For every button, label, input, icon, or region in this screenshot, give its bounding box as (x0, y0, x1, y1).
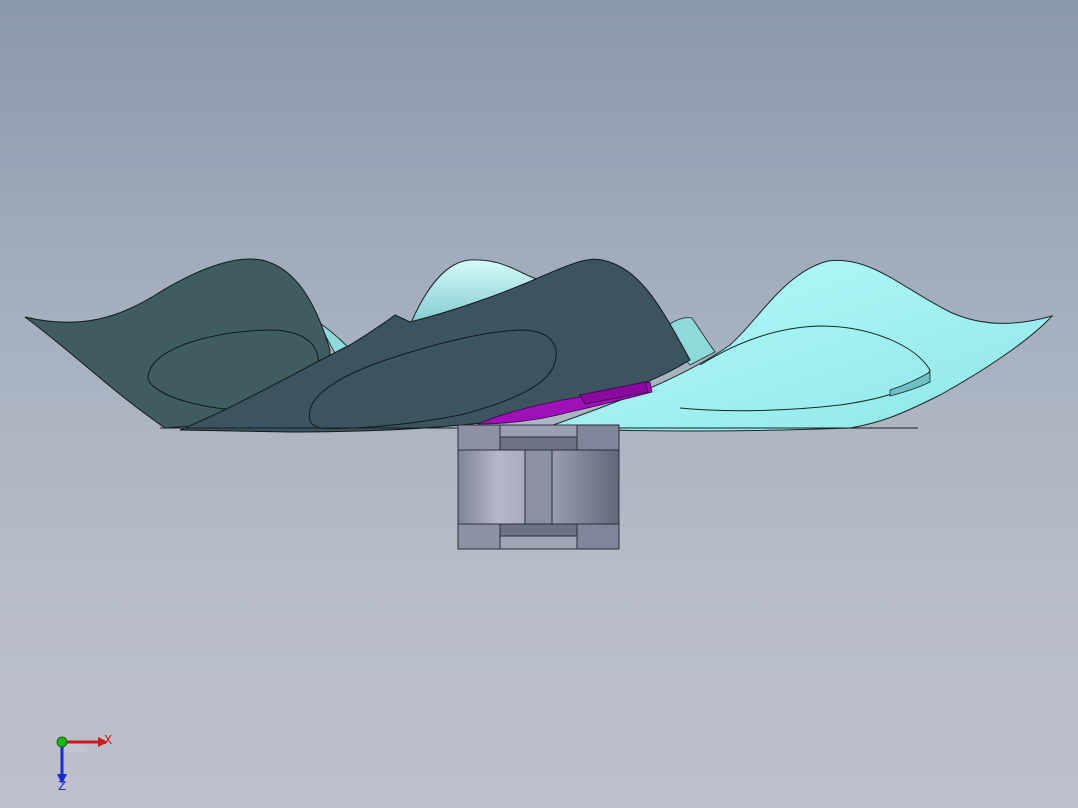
model-scene[interactable] (0, 0, 1078, 808)
axis-triad: X Z (56, 733, 112, 793)
x-axis-label: X (104, 733, 112, 747)
3d-viewport[interactable]: X Z (0, 0, 1078, 808)
hub (457, 424, 620, 550)
y-axis-dot (56, 736, 68, 748)
z-axis-label: Z (58, 779, 66, 793)
